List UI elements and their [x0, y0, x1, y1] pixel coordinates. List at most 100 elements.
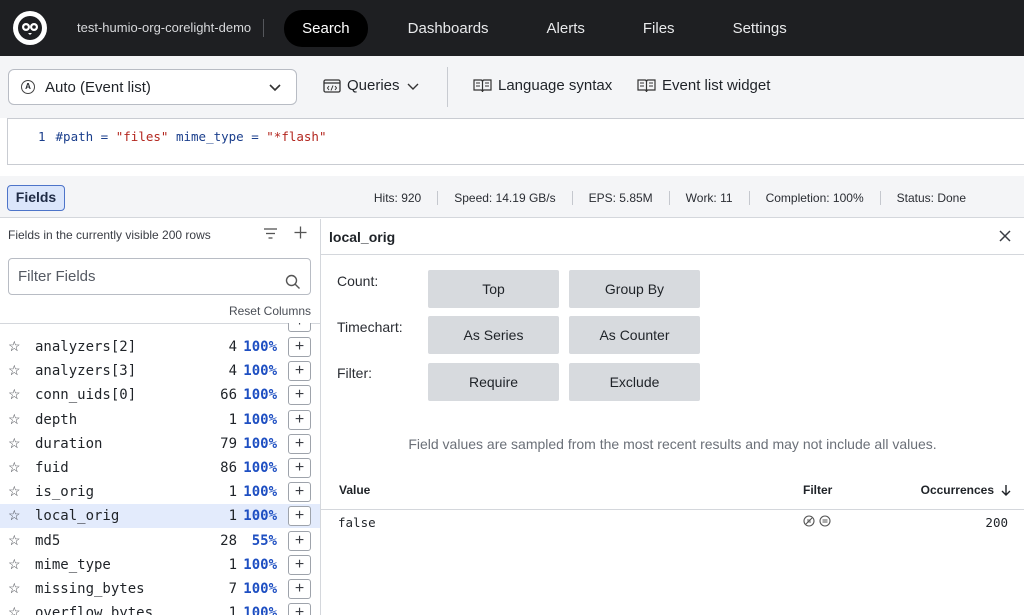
top-button[interactable]: Top: [428, 270, 559, 308]
add-column-icon[interactable]: +: [288, 554, 311, 575]
star-icon[interactable]: ☆: [8, 507, 21, 524]
sampling-note: Field values are sampled from the most r…: [408, 436, 937, 452]
eps-stat: EPS: 5.85M: [571, 191, 669, 205]
tab-files[interactable]: Files: [625, 10, 693, 47]
tab-settings[interactable]: Settings: [715, 10, 805, 47]
field-percentage: 100%: [243, 581, 277, 597]
require-button[interactable]: Require: [428, 363, 559, 401]
add-column-icon[interactable]: +: [288, 506, 311, 527]
as-series-button[interactable]: As Series: [428, 316, 559, 354]
tab-search[interactable]: Search: [284, 9, 368, 47]
org-name[interactable]: test-humio-org-corelight-demo: [77, 19, 265, 37]
field-count: 79: [220, 435, 237, 452]
close-icon[interactable]: [998, 227, 1012, 248]
field-row[interactable]: ☆ analyzers[3] 4 100% +: [0, 359, 320, 383]
add-column-icon[interactable]: +: [288, 579, 311, 599]
tab-alerts[interactable]: Alerts: [529, 10, 603, 47]
fields-list: +☆analyzers[2]4100%+☆analyzers[3]4100%+☆…: [0, 323, 320, 615]
add-column-icon[interactable]: +: [288, 603, 311, 615]
add-column-icon[interactable]: +: [288, 337, 311, 357]
field-name[interactable]: overflow_bytes: [35, 605, 153, 615]
reset-columns-link[interactable]: Reset Columns: [229, 304, 311, 318]
field-details-title: local_orig: [329, 229, 396, 245]
star-icon[interactable]: ☆: [8, 532, 21, 549]
exclude-button[interactable]: Exclude: [569, 363, 700, 401]
add-column-icon[interactable]: +: [288, 530, 311, 551]
star-icon[interactable]: ☆: [8, 338, 21, 355]
add-column-icon[interactable]: +: [288, 458, 311, 478]
field-count: 4: [228, 363, 237, 380]
sort-descending-icon: [1001, 485, 1011, 496]
star-icon[interactable]: ☆: [8, 556, 21, 573]
add-column-icon[interactable]: +: [288, 482, 311, 503]
add-column-icon[interactable]: +: [288, 323, 311, 332]
field-percentage: 55%: [251, 532, 277, 549]
star-icon[interactable]: ☆: [8, 580, 21, 597]
line-number: 1: [38, 129, 46, 144]
field-row[interactable]: ☆ conn_uids[0] 66 100% +: [0, 383, 320, 407]
fields-panel: Fields in the currently visible 200 rows…: [0, 219, 321, 615]
field-row[interactable]: ☆ is_orig 1 100% +: [0, 480, 320, 504]
field-row[interactable]: ☆ mime_type 1 100% +: [0, 553, 320, 577]
star-icon[interactable]: ☆: [8, 411, 21, 428]
star-icon[interactable]: ☆: [8, 362, 21, 379]
occurrences-column-header[interactable]: Occurrences: [921, 483, 1012, 497]
toolbar-divider: [447, 67, 448, 107]
field-name[interactable]: conn_uids[0]: [35, 387, 136, 403]
star-icon[interactable]: ☆: [8, 459, 21, 476]
field-row[interactable]: ☆ local_orig 1 100% +: [0, 504, 320, 529]
field-name[interactable]: fuid: [35, 460, 69, 476]
field-name[interactable]: missing_bytes: [35, 581, 145, 597]
filter-column-header: Filter: [803, 483, 833, 497]
field-row-partial: +: [0, 323, 320, 334]
add-column-icon[interactable]: +: [288, 433, 311, 454]
add-column-icon[interactable]: +: [288, 409, 311, 430]
language-syntax-button[interactable]: Language syntax: [473, 77, 612, 94]
as-counter-button[interactable]: As Counter: [569, 316, 700, 354]
field-name[interactable]: mime_type: [35, 557, 111, 573]
star-icon[interactable]: ☆: [8, 435, 21, 452]
field-row[interactable]: ☆ analyzers[2] 4 100% +: [0, 335, 320, 359]
filter-list-icon[interactable]: [263, 227, 278, 245]
field-name[interactable]: duration: [35, 436, 102, 452]
fields-toggle-button[interactable]: Fields: [7, 185, 65, 211]
field-count: 66: [220, 387, 237, 404]
event-list-widget-button[interactable]: Event list widget: [637, 77, 770, 94]
field-count: 1: [228, 605, 237, 615]
star-icon[interactable]: ☆: [8, 483, 21, 500]
humio-owl-logo-icon[interactable]: [13, 11, 47, 45]
field-row[interactable]: ☆ duration 79 100% +: [0, 432, 320, 456]
field-row[interactable]: ☆ missing_bytes 7 100% +: [0, 577, 320, 601]
field-name[interactable]: local_orig: [35, 508, 119, 524]
field-row[interactable]: ☆ depth 1 100% +: [0, 408, 320, 432]
status-stat: Status: Done: [879, 191, 1024, 205]
exclude-value-icon[interactable]: [803, 515, 815, 527]
star-icon[interactable]: ☆: [8, 604, 21, 615]
query-line[interactable]: 1 #path = "files" mime_type = "*flash": [38, 129, 327, 144]
tab-dashboards[interactable]: Dashboards: [390, 10, 507, 47]
query-editor[interactable]: 1 #path = "files" mime_type = "*flash": [7, 118, 1024, 165]
add-column-icon[interactable]: +: [288, 385, 311, 406]
field-row[interactable]: ☆ fuid 86 100% +: [0, 456, 320, 480]
field-name[interactable]: is_orig: [35, 484, 94, 500]
filter-fields-input[interactable]: Filter Fields: [8, 258, 311, 295]
field-percentage: 100%: [243, 387, 277, 404]
field-name[interactable]: md5: [35, 533, 60, 549]
field-row[interactable]: ☆ overflow_bytes 1 100% +: [0, 601, 320, 615]
star-icon[interactable]: ☆: [8, 386, 21, 403]
query-text-path: #path =: [55, 129, 116, 144]
field-row[interactable]: ☆ md5 28 55% +: [0, 529, 320, 553]
count-label: Count:: [337, 273, 379, 289]
field-count: 4: [228, 339, 237, 355]
group-by-button[interactable]: Group By: [569, 270, 700, 308]
widget-mode-select[interactable]: A Auto (Event list): [8, 69, 297, 105]
add-column-icon[interactable]: +: [288, 361, 311, 382]
queries-button[interactable]: Queries: [323, 77, 426, 94]
field-name[interactable]: analyzers[2]: [35, 339, 136, 355]
value-column-header: Value: [339, 483, 371, 497]
field-name[interactable]: analyzers[3]: [35, 363, 136, 379]
field-name[interactable]: depth: [35, 412, 77, 428]
equals-value-icon[interactable]: [819, 515, 831, 527]
query-string-files: "files": [115, 129, 169, 144]
add-field-icon[interactable]: [293, 225, 308, 245]
